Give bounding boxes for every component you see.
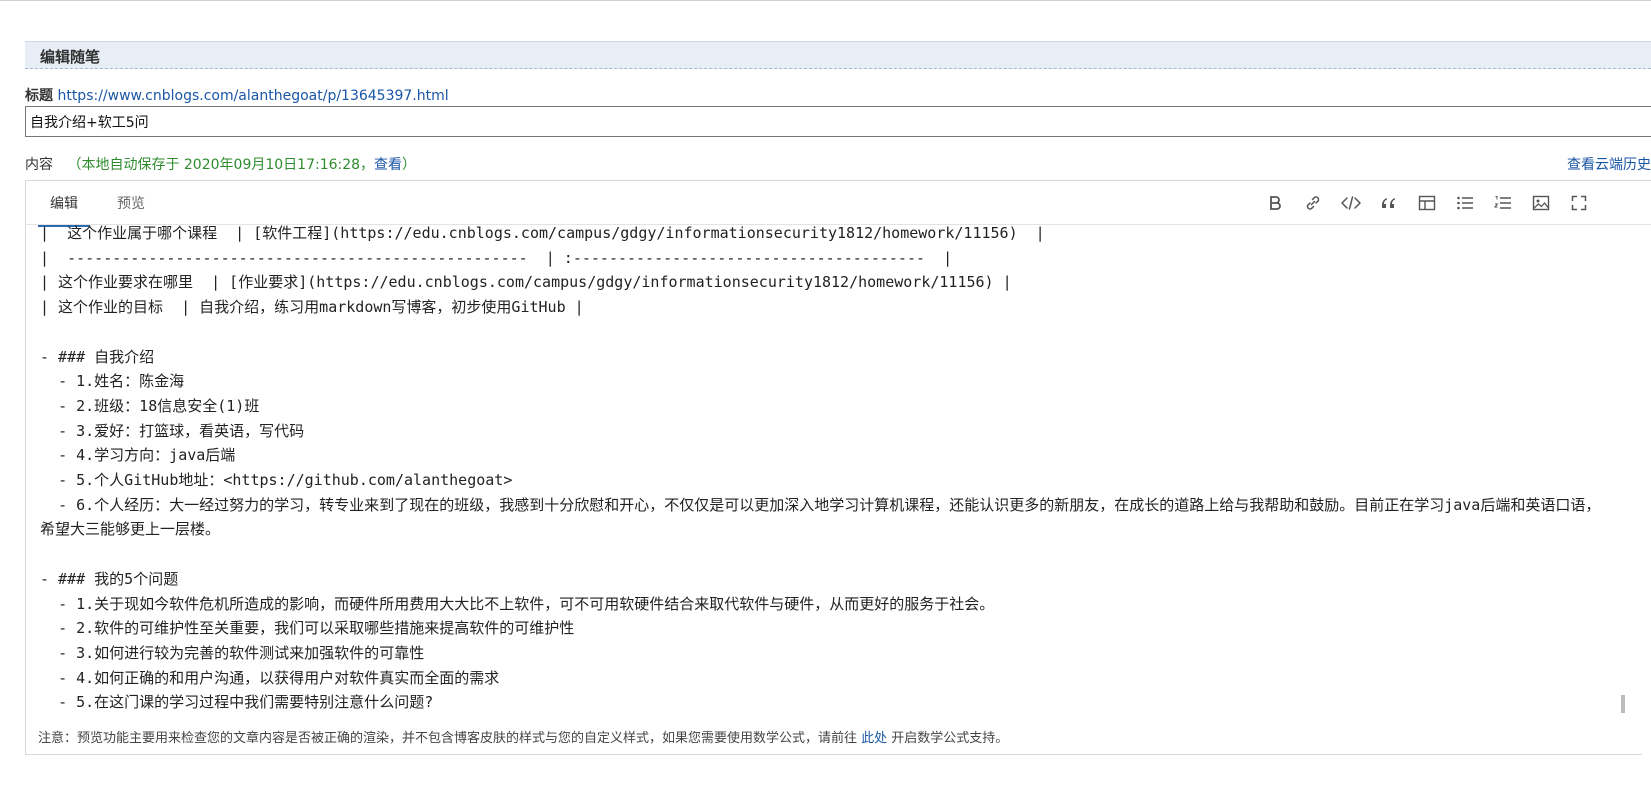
editor-toolbar: 编辑 预览 xyxy=(26,181,1651,227)
ordered-list-icon[interactable] xyxy=(1484,189,1522,217)
editor-scrollbar-thumb[interactable] xyxy=(1621,695,1625,713)
content-label: 内容 xyxy=(25,157,53,173)
post-url-link[interactable]: https://www.cnblogs.com/alanthegoat/p/13… xyxy=(57,88,448,104)
title-label: 标题 xyxy=(25,88,53,104)
editor-line: - 1.关于现如今软件危机所造成的影响，而硬件所用费用大大比不上软件，可不可用软… xyxy=(40,594,995,613)
editor-line: - 4.如何正确的和用户沟通，以获得用户对软件真实而全面的需求 xyxy=(40,668,500,687)
autosave-text: （本地自动保存于 2020年09月10日17:16:28， xyxy=(67,157,375,173)
math-settings-link[interactable]: 此处 xyxy=(861,731,887,746)
cloud-history-link[interactable]: 查看云端历史 xyxy=(1567,154,1651,174)
code-icon[interactable] xyxy=(1332,189,1370,217)
editor-line: | 这个作业的目标 | 自我介绍，练习用markdown写博客，初步使用GitH… xyxy=(40,298,584,317)
editor-line: - 5.个人GitHub地址：<https://github.com/alant… xyxy=(40,471,513,490)
format-toolbar xyxy=(1256,189,1598,217)
image-icon[interactable] xyxy=(1522,189,1560,217)
editor-scrollbar-track[interactable] xyxy=(1642,226,1651,756)
editor-line: - 6.个人经历：大一经过努力的学习，转专业来到了现在的班级，我感到十分欣慰和开… xyxy=(40,495,1601,539)
note-text-end: 开启数学公式支持。 xyxy=(887,731,1009,746)
editor-line: - 2.班级：18信息安全(1)班 xyxy=(40,396,260,415)
editor-line: - 2.软件的可维护性至关重要，我们可以采取哪些措施来提高软件的可维护性 xyxy=(40,619,575,638)
bold-icon[interactable] xyxy=(1256,189,1294,217)
autosave-close-paren: ） xyxy=(402,157,417,173)
edit-post-page: 编辑随笔 标题 https://www.cnblogs.com/alantheg… xyxy=(0,0,1651,796)
editor-line: - 3.如何进行较为完善的软件测试来加强软件的可靠性 xyxy=(40,643,425,662)
fullscreen-icon[interactable] xyxy=(1560,189,1598,217)
title-row: 标题 https://www.cnblogs.com/alanthegoat/p… xyxy=(25,85,449,105)
editor-line: | --------------------------------------… xyxy=(40,248,953,267)
panel-header: 编辑随笔 xyxy=(25,41,1651,69)
title-input[interactable] xyxy=(25,106,1651,137)
autosave-status: （本地自动保存于 2020年09月10日17:16:28，查看） xyxy=(67,157,416,173)
editor-line: | 这个作业要求在哪里 | [作业要求](https://edu.cnblogs… xyxy=(40,273,1012,292)
editor-line: - 3.爱好：打篮球，看英语，写代码 xyxy=(40,421,305,440)
autosave-view-link[interactable]: 查看 xyxy=(374,157,402,173)
markdown-editor: 编辑 预览 | 这个作业属于哪个课程 | [软件工程](https://edu.… xyxy=(25,180,1651,756)
markdown-textarea[interactable]: | 这个作业属于哪个课程 | [软件工程](https://edu.cnblog… xyxy=(40,221,1640,715)
unordered-list-icon[interactable] xyxy=(1446,189,1484,217)
preview-note: 注意：预览功能主要用来检查您的文章内容是否被正确的渲染，并不包含博客皮肤的样式与… xyxy=(38,727,1008,746)
editor-line: | 这个作业属于哪个课程 | [软件工程](https://edu.cnblog… xyxy=(40,224,1045,242)
editor-line: - ### 我的5个问题 xyxy=(40,569,179,588)
editor-line: - 1.姓名：陈金海 xyxy=(40,372,185,391)
link-icon[interactable] xyxy=(1294,189,1332,217)
editor-line: - 4.学习方向：java后端 xyxy=(40,446,236,465)
note-text: 注意：预览功能主要用来检查您的文章内容是否被正确的渲染，并不包含博客皮肤的样式与… xyxy=(38,731,862,746)
top-divider xyxy=(0,0,1651,1)
tab-preview[interactable]: 预览 xyxy=(109,193,153,213)
editor-line: - 5.在这门课的学习过程中我们需要特别注意什么问题? xyxy=(40,693,434,712)
panel-title: 编辑随笔 xyxy=(40,48,101,66)
content-row: 内容 （本地自动保存于 2020年09月10日17:16:28，查看） 查看云端… xyxy=(25,154,1651,174)
quote-icon[interactable] xyxy=(1370,189,1408,217)
table-icon[interactable] xyxy=(1408,189,1446,217)
editor-line: - ### 自我介绍 xyxy=(40,347,155,366)
